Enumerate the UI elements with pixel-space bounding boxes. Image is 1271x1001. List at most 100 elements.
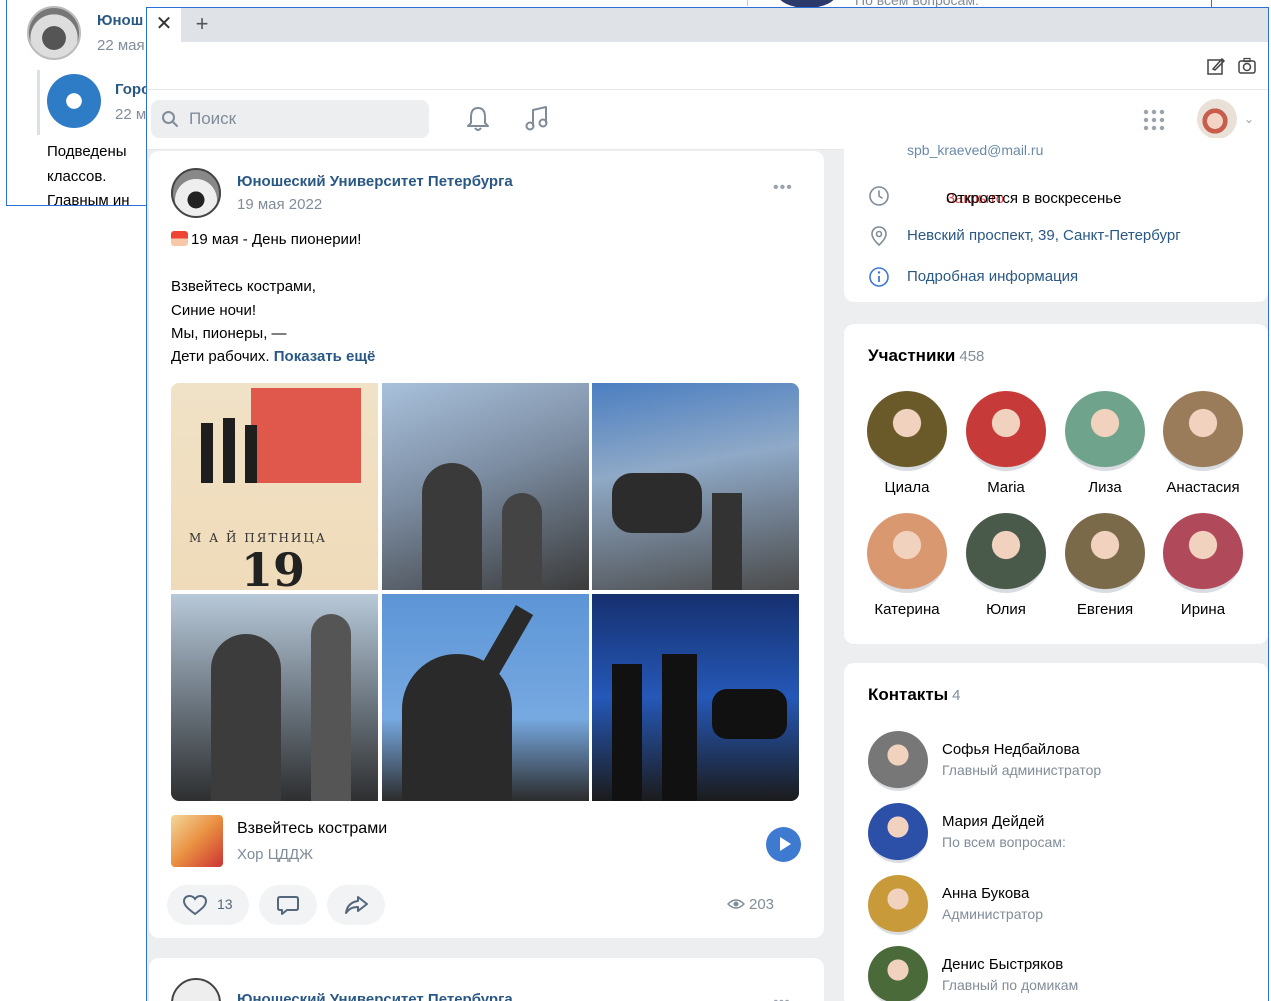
- member-avatar[interactable]: [1163, 513, 1243, 593]
- audio-artist[interactable]: Хор ЦДДЖ: [237, 846, 313, 863]
- photo-sculpture[interactable]: [382, 594, 589, 801]
- post-author[interactable]: Юношеский Университет Петербурга: [237, 991, 513, 1001]
- address-link[interactable]: Невский проспект, 39, Санкт-Петербург: [907, 227, 1181, 244]
- member-item[interactable]: Евгения: [1056, 513, 1154, 618]
- members-title[interactable]: Участники 458: [868, 346, 984, 366]
- audio-cover: [171, 815, 223, 867]
- member-item[interactable]: Юлия: [957, 513, 1055, 618]
- avatar[interactable]: [27, 6, 81, 60]
- post-author[interactable]: Горо: [115, 81, 150, 98]
- contact-item[interactable]: Анна Букова Администратор: [868, 875, 1258, 935]
- search-box[interactable]: [151, 100, 429, 138]
- member-avatar[interactable]: [1065, 513, 1145, 593]
- show-more-link[interactable]: Показать ещё: [274, 348, 376, 365]
- chevron-down-icon[interactable]: ⌄: [1244, 112, 1254, 126]
- post-date[interactable]: 19 мая 2022: [237, 196, 322, 213]
- member-avatar[interactable]: [867, 513, 947, 593]
- contacts-card: Контакты 4 Софья Недбайлова Главный админи…: [844, 663, 1268, 1001]
- member-name[interactable]: Лиза: [1056, 479, 1154, 496]
- contact-item[interactable]: Софья Недбайлова Главный администратор: [868, 731, 1258, 791]
- apps-grid-icon[interactable]: [1142, 108, 1166, 132]
- member-avatar[interactable]: [867, 391, 947, 471]
- close-tab-button[interactable]: ✕: [151, 11, 177, 37]
- play-button[interactable]: [766, 827, 801, 862]
- info-icon: [869, 267, 889, 287]
- like-button[interactable]: 13: [167, 885, 249, 925]
- more-options-button[interactable]: •••: [773, 994, 790, 1001]
- post-author[interactable]: Юношеский Университет Петербурга: [237, 173, 513, 190]
- post-date[interactable]: 22 м: [115, 106, 146, 123]
- contact-avatar[interactable]: [868, 946, 928, 1001]
- contact-name[interactable]: Софья Недбайлова: [942, 741, 1080, 758]
- audio-attachment[interactable]: Взвейтесь кострами Хор ЦДДЖ: [171, 815, 801, 873]
- member-item[interactable]: Циала: [858, 391, 956, 496]
- member-name[interactable]: Юлия: [957, 601, 1055, 618]
- member-avatar[interactable]: [966, 513, 1046, 593]
- edit-icon[interactable]: [1205, 55, 1227, 77]
- photo-poster[interactable]: М А Й ПЯТНИЦА 19: [171, 383, 378, 590]
- member-item[interactable]: Катерина: [858, 513, 956, 618]
- camera-icon[interactable]: [1236, 55, 1258, 77]
- contact-avatar[interactable]: [868, 731, 928, 791]
- tab[interactable]: ✕: [147, 8, 181, 42]
- eye-icon: [727, 899, 745, 909]
- contact-avatar[interactable]: [868, 875, 928, 935]
- comment-button[interactable]: [259, 885, 317, 925]
- sculpture-silhouette: [712, 493, 742, 590]
- comment-icon: [277, 896, 299, 915]
- status-opens: Откроется в воскресенье: [946, 190, 1122, 207]
- heart-icon: [182, 894, 208, 916]
- location-pin-icon: [871, 226, 887, 247]
- sculpture-silhouette: [502, 493, 542, 590]
- member-avatar[interactable]: [1065, 391, 1145, 471]
- bell-icon[interactable]: [463, 104, 493, 134]
- contact-name[interactable]: Мария Дейдей: [942, 813, 1044, 830]
- member-avatar[interactable]: [966, 391, 1046, 471]
- contact-avatar[interactable]: [868, 803, 928, 863]
- search-input[interactable]: [189, 100, 419, 138]
- contact-name[interactable]: Денис Быстряков: [942, 956, 1063, 973]
- contact-item[interactable]: Денис Быстряков Главный по домикам: [868, 946, 1258, 1001]
- drum-icon: [171, 231, 188, 246]
- clock-icon: [869, 186, 889, 206]
- new-tab-button[interactable]: +: [189, 11, 215, 37]
- avatar[interactable]: [47, 74, 101, 128]
- member-name[interactable]: Циала: [858, 479, 956, 496]
- photo-sculpture[interactable]: [382, 383, 589, 590]
- music-icon[interactable]: [522, 104, 552, 134]
- avatar[interactable]: [171, 978, 221, 1001]
- share-button[interactable]: [327, 885, 385, 925]
- photo-sculpture[interactable]: [171, 594, 378, 801]
- more-options-button[interactable]: •••: [773, 179, 793, 197]
- post-text: Дети рабочих.: [171, 348, 270, 365]
- photo-sculpture[interactable]: [592, 383, 799, 590]
- members-title-text: Участники: [868, 346, 956, 365]
- photo-sculpture[interactable]: [592, 594, 799, 801]
- member-item[interactable]: Лиза: [1056, 391, 1154, 496]
- details-link[interactable]: Подробная информация: [907, 268, 1078, 285]
- member-name[interactable]: Анастасия: [1154, 479, 1252, 496]
- member-name[interactable]: Катерина: [858, 601, 956, 618]
- contact-role: Главный по домикам: [942, 977, 1079, 993]
- post-date[interactable]: 22 мая: [97, 37, 145, 54]
- member-name[interactable]: Ирина: [1154, 601, 1252, 618]
- user-avatar[interactable]: [1197, 99, 1237, 139]
- member-name[interactable]: Maria: [957, 479, 1055, 496]
- member-item[interactable]: Ирина: [1154, 513, 1252, 618]
- post-card: Юношеский Университет Петербурга 19 мая …: [149, 151, 824, 938]
- post-author[interactable]: Юнош: [97, 12, 143, 29]
- view-count: 203: [749, 896, 775, 913]
- audio-title[interactable]: Взвейтесь кострами: [237, 820, 387, 838]
- member-avatar[interactable]: [1163, 391, 1243, 471]
- contact-item[interactable]: Мария Дейдей По всем вопросам:: [868, 803, 1258, 863]
- sculpture-silhouette: [211, 634, 281, 801]
- member-item[interactable]: Maria: [957, 391, 1055, 496]
- member-name[interactable]: Евгения: [1056, 601, 1154, 618]
- member-item[interactable]: Анастасия: [1154, 391, 1252, 496]
- email-link[interactable]: spb_kraeved@mail.ru: [907, 142, 1043, 158]
- contacts-title[interactable]: Контакты 4: [868, 685, 961, 705]
- sculpture-silhouette: [422, 463, 482, 590]
- avatar[interactable]: [171, 168, 221, 218]
- contact-name[interactable]: Анна Букова: [942, 885, 1029, 902]
- like-count: 13: [217, 896, 233, 912]
